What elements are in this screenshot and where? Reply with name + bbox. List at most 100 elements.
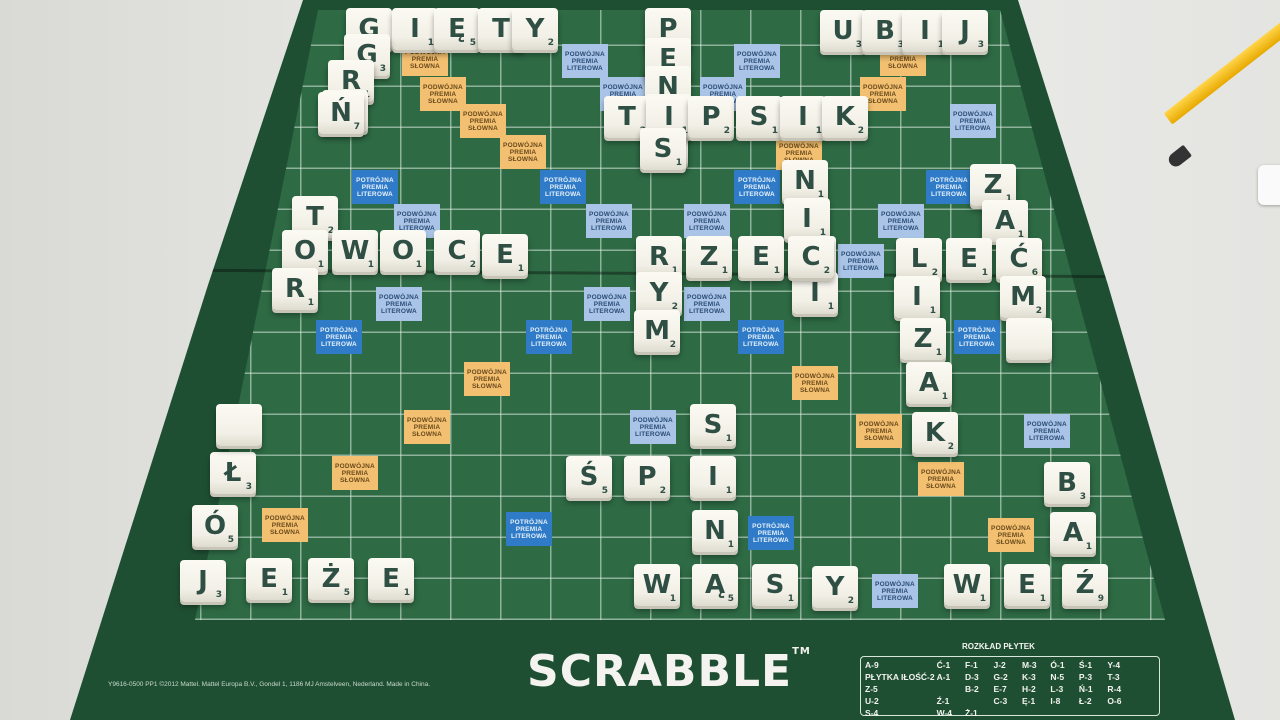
letter-tile[interactable]: Ą5 <box>692 564 738 606</box>
letter-tile[interactable]: W1 <box>332 230 378 272</box>
double-word-square: PODWÓJNA PREMIA SŁOWNA <box>460 104 506 138</box>
letter-tile[interactable]: L2 <box>896 238 942 280</box>
letter-tile[interactable]: N1 <box>692 510 738 552</box>
letter-tile[interactable]: E1 <box>1004 564 1050 606</box>
letter-tile[interactable]: A1 <box>982 200 1028 242</box>
letter-tile[interactable]: U3 <box>820 10 866 52</box>
tile-points: 2 <box>857 126 864 136</box>
letter-tile[interactable]: Y2 <box>636 272 682 314</box>
letter-tile[interactable]: A1 <box>1050 512 1096 554</box>
tile-distribution-title: ROZKŁAD PŁYTEK <box>962 642 1035 651</box>
letter-tile[interactable]: E1 <box>738 236 784 278</box>
letter-tile[interactable]: Y2 <box>812 566 858 608</box>
letter-tile[interactable]: Ś5 <box>566 456 612 498</box>
letter-tile[interactable]: S1 <box>690 404 736 446</box>
letter-tile[interactable]: S1 <box>640 128 686 170</box>
tile-letter: W <box>642 570 672 600</box>
letter-tile[interactable]: J3 <box>180 560 226 602</box>
letter-tile[interactable]: C2 <box>434 230 480 272</box>
letter-tile[interactable]: I1 <box>690 456 736 498</box>
double-letter-square: PODWÓJNA PREMIA LITEROWA <box>586 204 632 238</box>
letter-tile[interactable]: P2 <box>688 96 734 138</box>
tile-letter: O <box>293 236 317 266</box>
letter-tile[interactable]: Ó5 <box>192 505 238 547</box>
letter-tile[interactable]: E1 <box>946 238 992 280</box>
scrabble-logo: SCRABBLETM <box>527 646 811 697</box>
letter-tile[interactable]: Ę5 <box>434 8 480 50</box>
tile-letter: E <box>260 564 278 594</box>
tile-points: 1 <box>669 594 676 604</box>
tile-points: 1 <box>317 260 324 270</box>
double-word-square: PODWÓJNA PREMIA SŁOWNA <box>262 508 308 542</box>
tile-points: 2 <box>847 596 854 606</box>
letter-tile[interactable]: C2 <box>788 236 834 278</box>
letter-tile[interactable]: A1 <box>906 362 952 404</box>
tile-points: 2 <box>659 486 666 496</box>
double-letter-square: PODWÓJNA PREMIA LITEROWA <box>584 287 630 321</box>
tile-letter: L <box>910 244 928 274</box>
letter-tile[interactable]: O1 <box>380 230 426 272</box>
tile-distribution-cell <box>965 696 991 708</box>
letter-tile[interactable]: Z1 <box>686 236 732 278</box>
letter-tile[interactable]: Ł3 <box>210 452 256 494</box>
letter-tile[interactable]: N1 <box>782 160 828 202</box>
letter-tile[interactable]: E1 <box>482 234 528 276</box>
tile-points: 2 <box>669 340 676 350</box>
tile-letter: Ą <box>704 570 726 600</box>
tile-distribution-cell: P-3 <box>1078 672 1093 682</box>
tile-points: 1 <box>935 348 942 358</box>
tile-points: 1 <box>827 302 834 312</box>
letter-tile[interactable]: Ń7 <box>318 92 364 134</box>
letter-tile[interactable]: I1 <box>792 272 838 314</box>
letter-tile[interactable]: M2 <box>634 310 680 352</box>
tile-distribution-cell: F-1 <box>965 660 978 670</box>
tile-distribution-cell: A-1 <box>936 672 951 682</box>
letter-tile[interactable]: Ż5 <box>308 558 354 600</box>
tile-letter: S <box>765 570 785 600</box>
tile-distribution-cell: Ż-1 <box>965 708 978 718</box>
letter-tile[interactable]: P2 <box>624 456 670 498</box>
tile-distribution-cell: PŁYTKA IŁOŚĆ-2 <box>865 672 935 682</box>
triple-letter-square: POTRÓJNA PREMIA LITEROWA <box>352 170 398 204</box>
letter-tile[interactable]: E1 <box>246 558 292 600</box>
tile-distribution-table: A-9 Ć-1 F-1 J-2 M-3 Ó-1 Ś-1 Y-4 PŁYTKA IŁOŚĆ-2 A-… <box>860 656 1160 718</box>
double-word-square: PODWÓJNA PREMIA SŁOWNA <box>856 414 902 448</box>
letter-tile[interactable]: Ć6 <box>996 238 1042 280</box>
letter-tile[interactable]: I1 <box>392 8 438 50</box>
letter-tile[interactable]: E1 <box>368 558 414 600</box>
letter-tile[interactable]: S1 <box>736 96 782 138</box>
tile-letter: R <box>284 274 306 304</box>
letter-tile[interactable]: W1 <box>944 564 990 606</box>
letter-tile[interactable]: I1 <box>780 96 826 138</box>
letter-tile[interactable]: B3 <box>1044 462 1090 504</box>
tile-letter: W <box>340 236 370 266</box>
letter-tile[interactable]: Y2 <box>512 8 558 50</box>
letter-tile[interactable]: W1 <box>634 564 680 606</box>
letter-tile[interactable]: Ź9 <box>1062 564 1108 606</box>
blank-tile[interactable] <box>1006 318 1052 360</box>
tile-distribution-cell: W-4 <box>936 708 952 718</box>
tile-letter: C <box>447 236 467 266</box>
tile-letter: E <box>496 240 514 270</box>
letter-tile[interactable]: I1 <box>784 198 830 240</box>
letter-tile[interactable]: I1 <box>894 276 940 318</box>
letter-tile[interactable]: O1 <box>282 230 328 272</box>
tile-letter: E <box>1018 570 1036 600</box>
tile-points: 1 <box>787 594 794 604</box>
letter-tile[interactable]: K2 <box>822 96 868 138</box>
double-letter-square: PODWÓJNA PREMIA LITEROWA <box>376 287 422 321</box>
tile-letter: I <box>912 282 922 312</box>
letter-tile[interactable]: S1 <box>752 564 798 606</box>
letter-tile[interactable]: M2 <box>1000 276 1046 318</box>
letter-tile[interactable]: K2 <box>912 412 958 454</box>
tile-points: 1 <box>725 434 732 444</box>
tile-points: 1 <box>307 298 314 308</box>
letter-tile[interactable]: J3 <box>942 10 988 52</box>
tile-points: 3 <box>245 482 252 492</box>
blank-tile[interactable] <box>216 404 262 446</box>
triple-letter-square: POTRÓJNA PREMIA LITEROWA <box>738 320 784 354</box>
double-letter-square: PODWÓJNA PREMIA LITEROWA <box>872 574 918 608</box>
tile-distribution-cell: C-3 <box>993 696 1008 706</box>
letter-tile[interactable]: R1 <box>272 268 318 310</box>
letter-tile[interactable]: Z1 <box>900 318 946 360</box>
